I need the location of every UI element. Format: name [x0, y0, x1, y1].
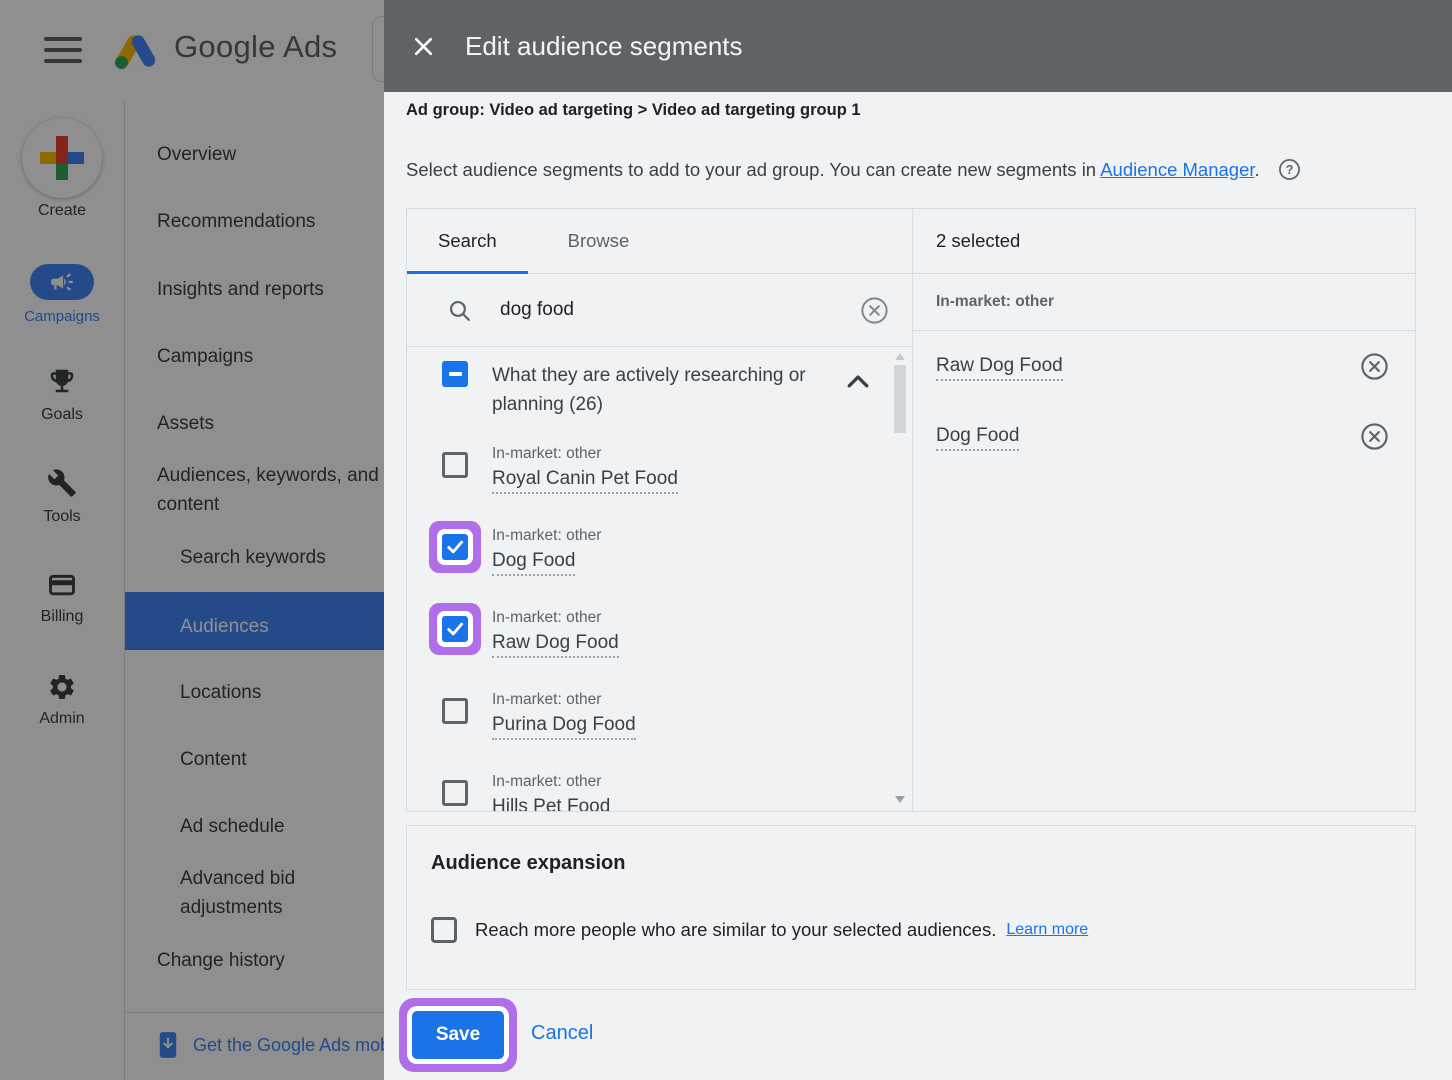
segment-name[interactable]: Raw Dog Food: [492, 629, 619, 658]
panel-description: Select audience segments to add to your …: [406, 158, 1301, 186]
segment-row: In-market: other Dog Food: [442, 525, 848, 574]
tab-search[interactable]: Search: [407, 209, 528, 273]
segment-row: In-market: other Purina Dog Food: [442, 689, 848, 738]
close-icon[interactable]: [408, 31, 438, 61]
segment-name[interactable]: Purina Dog Food: [492, 711, 636, 740]
segment-checkbox-raw-dog-food[interactable]: [442, 616, 468, 642]
segment-checkbox-hills[interactable]: [442, 780, 468, 806]
collapse-chevron-icon[interactable]: [844, 369, 872, 391]
svg-text:?: ?: [1285, 163, 1293, 177]
google-ads-app: Google Ads Create Campaigns Goals: [0, 0, 1452, 1080]
audience-expansion-card: Audience expansion Reach more people who…: [406, 825, 1416, 990]
remove-icon[interactable]: [1359, 421, 1390, 452]
help-icon[interactable]: ?: [1278, 158, 1301, 186]
selected-segments-pane: 2 selected In-market: other Raw Dog Food…: [913, 209, 1415, 811]
segment-category: In-market: other: [492, 607, 619, 629]
selected-item-name[interactable]: Raw Dog Food: [936, 352, 1063, 381]
scrollbar-thumb[interactable]: [894, 365, 906, 433]
segment-name[interactable]: Dog Food: [492, 547, 575, 576]
segment-group-row: What they are actively researching or pl…: [442, 361, 848, 419]
list-scrollbar[interactable]: [894, 351, 907, 805]
segment-row: In-market: other Raw Dog Food: [442, 607, 848, 656]
segment-name[interactable]: Hills Pet Food: [492, 793, 610, 811]
cancel-button[interactable]: Cancel: [525, 1021, 599, 1046]
audience-expansion-label: Reach more people who are similar to you…: [475, 919, 996, 941]
audience-manager-link[interactable]: Audience Manager: [1100, 159, 1254, 180]
segment-checkbox-royal-canin[interactable]: [442, 452, 468, 478]
group-checkbox-indeterminate[interactable]: [442, 361, 468, 387]
segment-checkbox-purina[interactable]: [442, 698, 468, 724]
scroll-up-arrow-icon[interactable]: [895, 353, 905, 360]
panel-header: Edit audience segments: [384, 0, 1452, 92]
segment-search-input[interactable]: [498, 298, 833, 322]
breadcrumb: Ad group: Video ad targeting > Video ad …: [406, 101, 861, 120]
segment-name[interactable]: Royal Canin Pet Food: [492, 465, 678, 494]
description-period: .: [1255, 159, 1260, 180]
segment-category: In-market: other: [492, 771, 610, 793]
segment-category: In-market: other: [492, 689, 636, 711]
edit-audience-segments-panel: Edit audience segments Ad group: Video a…: [384, 0, 1452, 1080]
panel-title: Edit audience segments: [465, 31, 743, 62]
search-icon: [447, 298, 472, 323]
clear-search-icon[interactable]: [859, 295, 890, 326]
segment-checkbox-dog-food[interactable]: [442, 534, 468, 560]
audience-expansion-title: Audience expansion: [431, 852, 1391, 875]
segment-picker-card: Search Browse: [406, 208, 1416, 812]
audience-expansion-row: Reach more people who are similar to you…: [431, 917, 1391, 943]
segment-row: In-market: other Hills Pet Food: [442, 771, 848, 811]
selected-count: 2 selected: [913, 209, 1415, 274]
selected-category-header: In-market: other: [913, 274, 1415, 331]
tab-browse[interactable]: Browse: [528, 209, 670, 273]
segment-search-row: [407, 274, 912, 347]
segment-row: In-market: other Royal Canin Pet Food: [442, 443, 848, 492]
segment-results-list: What they are actively researching or pl…: [407, 347, 912, 811]
picker-tabs: Search Browse: [407, 209, 912, 274]
segment-search-pane: Search Browse: [407, 209, 913, 811]
save-button[interactable]: Save: [412, 1011, 504, 1059]
selected-item-row: Raw Dog Food: [913, 331, 1415, 401]
description-text: Select audience segments to add to your …: [406, 159, 1100, 180]
segment-category: In-market: other: [492, 443, 678, 465]
selected-item-name[interactable]: Dog Food: [936, 422, 1019, 451]
selected-item-row: Dog Food: [913, 401, 1415, 471]
group-label: What they are actively researching or pl…: [492, 361, 828, 419]
learn-more-link[interactable]: Learn more: [1006, 921, 1088, 939]
remove-icon[interactable]: [1359, 351, 1390, 382]
audience-expansion-checkbox[interactable]: [431, 917, 457, 943]
scroll-down-arrow-icon[interactable]: [895, 796, 905, 803]
segment-category: In-market: other: [492, 525, 601, 547]
